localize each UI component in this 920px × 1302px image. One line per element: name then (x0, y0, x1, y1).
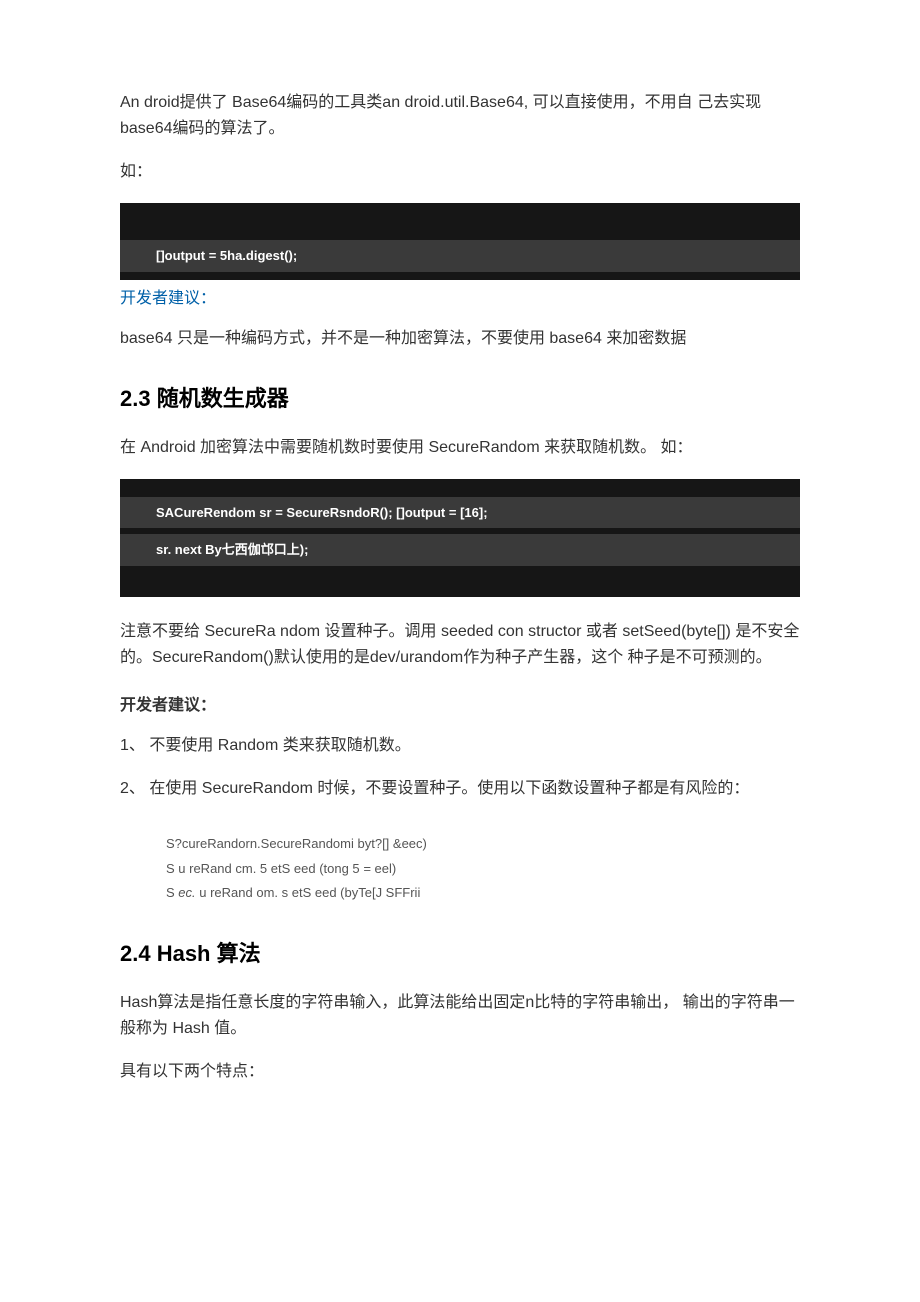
paragraph-hash-features: 具有以下两个特点： (120, 1059, 800, 1085)
code-block-1: []output = 5ha.digest(); (120, 203, 800, 280)
paragraph-hash-intro: Hash算法是指任意长度的字符串输入，此算法能给出固定n比特的字符串输出， 输出… (120, 990, 800, 1041)
code-line: S ec. u reRand om. s etS eed (byTe[J SFF… (166, 881, 800, 906)
paragraph-eg: 如： (120, 159, 800, 185)
paragraph-seed-warning: 注意不要给 SecureRa ndom 设置种子。调用 seeded con s… (120, 619, 800, 670)
code-line: S?cureRandorn.SecureRandomi byt?[] &eec) (166, 832, 800, 857)
code-line: SACureRendom sr = SecureRsndoR(); []outp… (120, 497, 800, 529)
code-line: sr. next By七西伽邙口上); (120, 534, 800, 566)
paragraph-intro: An droid提供了 Base64编码的工具类an droid.util.Ba… (120, 90, 800, 141)
heading-2-3: 2.3 随机数生成器 (120, 381, 800, 413)
paragraph-base64-warning: base64 只是一种编码方式，并不是一种加密算法，不要使用 base64 来加… (120, 326, 800, 352)
paragraph-securerandom: 在 Android 加密算法中需要随机数时要使用 SecureRandom 来获… (120, 435, 800, 461)
code-block-2: SACureRendom sr = SecureRsndoR(); []outp… (120, 479, 800, 598)
code-line: S u reRand cm. 5 etS eed (tong 5 = eel) (166, 857, 800, 882)
developer-tip-label: 开发者建议： (120, 691, 800, 715)
heading-2-4: 2.4 Hash 算法 (120, 936, 800, 968)
document-page: An droid提供了 Base64编码的工具类an droid.util.Ba… (0, 0, 920, 1193)
list-item-1: 1、 不要使用 Random 类来获取随机数。 (120, 733, 800, 759)
code-line: []output = 5ha.digest(); (120, 240, 800, 272)
list-item-2: 2、 在使用 SecureRandom 时候，不要设置种子。使用以下函数设置种子… (120, 776, 800, 802)
developer-tip-label: 开发者建议： (120, 284, 800, 308)
code-list: S?cureRandorn.SecureRandomi byt?[] &eec)… (166, 832, 800, 906)
